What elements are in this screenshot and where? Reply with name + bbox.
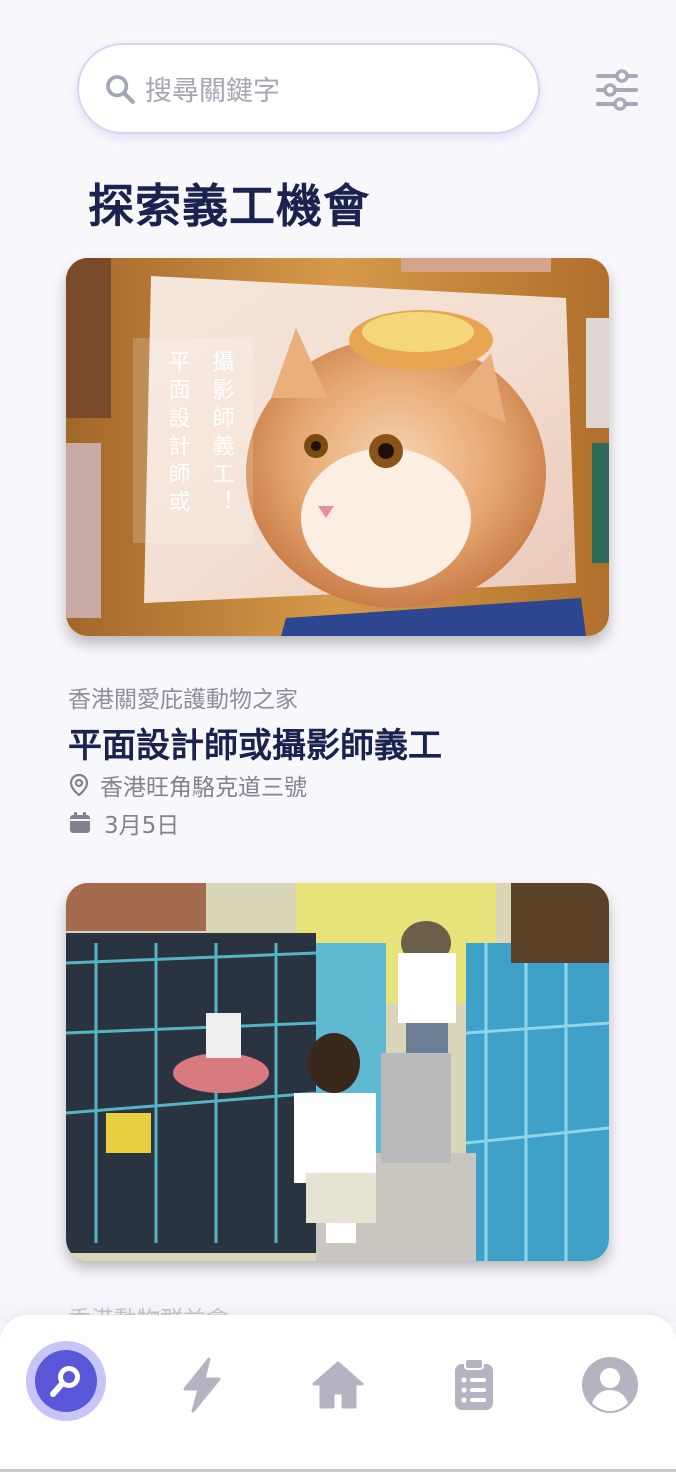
organization-name: 香港關愛庇護動物之家 bbox=[68, 687, 298, 713]
date-row: 3月5日 bbox=[68, 806, 179, 840]
poster-text-left: 平面設計師或 bbox=[165, 350, 190, 518]
location-pin-icon bbox=[69, 773, 89, 797]
search-icon bbox=[106, 74, 135, 104]
search-input[interactable]: 搜尋關鍵字 bbox=[145, 69, 280, 108]
filter-sliders-icon[interactable] bbox=[594, 68, 640, 112]
poster-text-right: 攝影師義工！ bbox=[209, 350, 235, 518]
nav-profile[interactable] bbox=[580, 1355, 640, 1415]
location-text: 香港旺角駱克道三號 bbox=[100, 775, 307, 801]
opportunity-image[interactable] bbox=[66, 883, 609, 1261]
lightning-icon bbox=[183, 1357, 221, 1413]
location-row: 香港旺角駱克道三號 bbox=[68, 768, 307, 802]
home-icon bbox=[312, 1361, 364, 1409]
calendar-icon bbox=[70, 812, 90, 833]
search-icon bbox=[50, 1366, 80, 1397]
search-bar[interactable]: 搜尋關鍵字 bbox=[79, 45, 538, 132]
opportunity-image[interactable]: 平面設計師或 攝影師義工！ bbox=[66, 258, 609, 636]
nav-tasks[interactable] bbox=[444, 1355, 504, 1415]
page-title: 探索義工機會 bbox=[88, 179, 370, 233]
bottom-nav bbox=[0, 1315, 676, 1472]
user-icon bbox=[582, 1357, 638, 1413]
nav-home[interactable] bbox=[308, 1355, 368, 1415]
nav-activity[interactable] bbox=[172, 1355, 232, 1415]
date-text: 3月5日 bbox=[104, 813, 180, 839]
nav-search[interactable] bbox=[26, 1341, 106, 1421]
clipboard-icon bbox=[455, 1358, 493, 1410]
opportunity-title[interactable]: 平面設計師或攝影師義工 bbox=[68, 718, 442, 767]
